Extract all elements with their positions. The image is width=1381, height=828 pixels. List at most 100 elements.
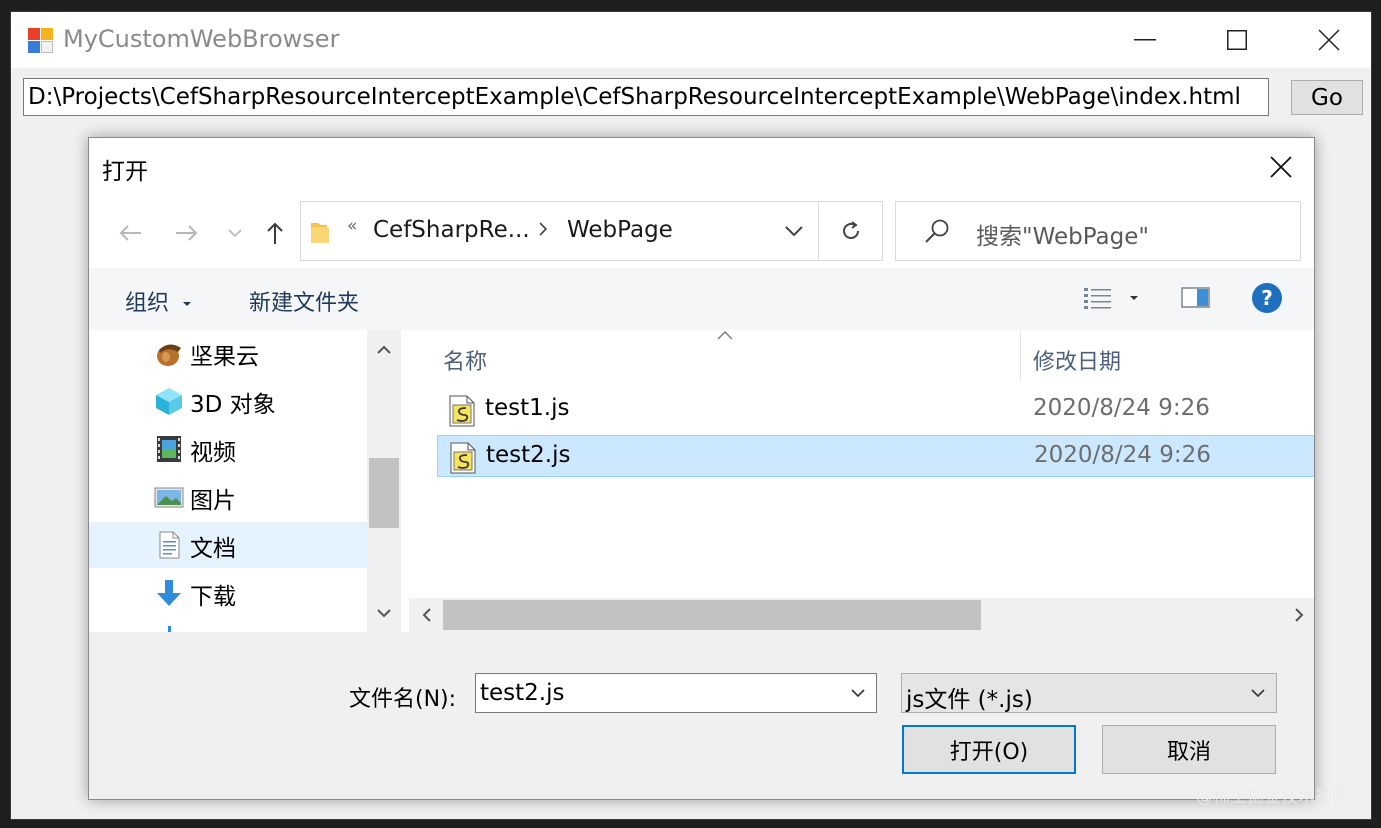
chevron-left-icon: [422, 608, 431, 622]
scrollbar-thumb[interactable]: [369, 458, 399, 528]
close-window-button[interactable]: [1283, 12, 1371, 68]
chevron-down-icon: [377, 608, 391, 617]
chevron-right-icon: [1294, 608, 1303, 622]
breadcrumb-current[interactable]: WebPage: [567, 217, 673, 243]
close-icon: [1318, 29, 1340, 51]
url-input[interactable]: [23, 78, 1269, 116]
new-folder-button[interactable]: 新建文件夹: [249, 285, 359, 317]
organize-menu[interactable]: 组织: [125, 285, 192, 317]
navigation-bar: « CefSharpRe... WebPage 搜索"WebPage": [89, 198, 1314, 268]
maximize-icon: [1227, 30, 1247, 50]
address-bar[interactable]: « CefSharpRe... WebPage: [300, 201, 883, 261]
help-icon[interactable]: ?: [1251, 282, 1283, 314]
filename-combobox[interactable]: [475, 673, 877, 713]
search-placeholder: 搜索"WebPage": [976, 224, 1149, 250]
chevron-down-icon: [183, 302, 192, 306]
dialog-close-button[interactable]: [1248, 138, 1314, 196]
arrow-right-icon: [176, 225, 198, 241]
next-item-peek: [168, 626, 171, 632]
3d-objects-icon: [156, 388, 182, 415]
dialog-toolbar: 组织 新建文件夹 ?: [89, 268, 1314, 330]
arrow-up-icon: [267, 222, 283, 244]
forward-button[interactable]: [172, 214, 202, 252]
app-logo-icon: [27, 27, 54, 54]
column-header-date[interactable]: 修改日期: [1033, 344, 1121, 376]
chevron-down-icon: [785, 225, 803, 236]
file-row-test2[interactable]: test2.js 2020/8/24 9:26: [437, 435, 1314, 477]
dialog-titlebar: 打开: [89, 138, 1314, 198]
scrollbar-thumb[interactable]: [443, 600, 981, 630]
back-button[interactable]: [115, 214, 145, 252]
dialog-title: 打开: [102, 159, 148, 185]
open-button[interactable]: 打开(O): [902, 725, 1076, 774]
close-icon: [1270, 156, 1292, 178]
nav-item-downloads[interactable]: 下载: [89, 570, 367, 616]
nav-item-nutstore[interactable]: 坚果云: [89, 330, 367, 376]
go-button[interactable]: Go: [1291, 80, 1363, 115]
chevron-down-icon: [851, 688, 865, 697]
pictures-icon: [154, 487, 184, 508]
download-icon: [157, 580, 181, 606]
app-title: MyCustomWebBrowser: [63, 25, 340, 53]
minimize-button[interactable]: [1099, 12, 1191, 68]
cancel-button[interactable]: 取消: [1102, 725, 1276, 774]
nav-item-3d-objects[interactable]: 3D 对象: [89, 378, 367, 424]
column-divider[interactable]: [1020, 330, 1021, 380]
nut-cloud-icon: [157, 344, 181, 366]
recent-locations-button[interactable]: [225, 214, 245, 252]
search-icon: [925, 219, 949, 243]
nav-item-pictures[interactable]: 图片: [89, 474, 367, 520]
folder-icon: [311, 223, 329, 243]
view-options-dropdown-icon[interactable]: [1129, 295, 1139, 301]
filetype-select[interactable]: js文件 (*.js): [901, 673, 1277, 713]
open-file-dialog: 打开 « CefSharpRe... WebPage 搜索"WebPage" 组…: [88, 137, 1315, 800]
nav-item-videos[interactable]: 视频: [89, 426, 367, 472]
view-details-icon[interactable]: [1083, 286, 1113, 310]
chevron-down-icon: [228, 228, 242, 237]
file-list-scrollbar[interactable]: [409, 598, 1314, 632]
scroll-left-button[interactable]: [409, 598, 443, 632]
overflow-marker[interactable]: «: [347, 216, 357, 236]
chevron-down-icon: [1251, 688, 1265, 697]
file-row-test1[interactable]: test1.js 2020/8/24 9:26: [437, 389, 1314, 431]
address-dropdown-button[interactable]: [771, 202, 817, 260]
refresh-icon: [842, 221, 859, 239]
preview-pane-icon[interactable]: [1181, 286, 1211, 310]
chevron-right-icon: [539, 222, 548, 236]
nav-item-documents[interactable]: 文档: [89, 522, 367, 568]
scroll-up-button[interactable]: [367, 330, 401, 368]
filetype-value: js文件 (*.js): [906, 687, 1033, 713]
arrow-left-icon: [119, 225, 141, 241]
video-icon: [157, 436, 181, 462]
nav-pane-scrollbar[interactable]: [367, 330, 401, 632]
js-file-icon: [450, 442, 476, 474]
chevron-up-icon: [377, 345, 391, 354]
refresh-button[interactable]: [818, 202, 882, 260]
file-list: 名称 修改日期 test1.js 2020/8/24 9:26 test2.js…: [409, 330, 1314, 632]
file-date: 2020/8/24 9:26: [1033, 395, 1210, 421]
file-name: test1.js: [485, 395, 570, 421]
up-button[interactable]: [261, 214, 289, 252]
watermark: @稀土掘金技术社区: [1196, 787, 1349, 807]
filetype-dropdown-button[interactable]: [1240, 674, 1276, 712]
dialog-content: 坚果云 3D 对象 视频 图片 文档 下载 名称 修改日期 test1.js 2…: [89, 330, 1314, 632]
column-header-name[interactable]: 名称: [443, 344, 487, 376]
organize-label: 组织: [125, 291, 170, 316]
scroll-down-button[interactable]: [367, 594, 401, 632]
js-file-icon: [449, 395, 475, 427]
filename-dropdown-button[interactable]: [840, 674, 876, 712]
documents-icon: [159, 531, 180, 559]
app-titlebar: MyCustomWebBrowser: [11, 12, 1371, 68]
file-name: test2.js: [486, 442, 571, 468]
filename-input[interactable]: [476, 674, 836, 712]
breadcrumb-parent[interactable]: CefSharpRe...: [373, 217, 530, 243]
search-box[interactable]: 搜索"WebPage": [895, 201, 1301, 261]
navigation-pane: 坚果云 3D 对象 视频 图片 文档 下载: [89, 330, 367, 632]
svg-text:?: ?: [1261, 286, 1273, 310]
scroll-right-button[interactable]: [1282, 598, 1314, 632]
sort-ascending-icon: [717, 331, 733, 340]
filename-label: 文件名(N):: [349, 687, 457, 712]
maximize-button[interactable]: [1191, 12, 1283, 68]
file-date: 2020/8/24 9:26: [1034, 442, 1211, 468]
minimize-icon: [1134, 39, 1156, 41]
